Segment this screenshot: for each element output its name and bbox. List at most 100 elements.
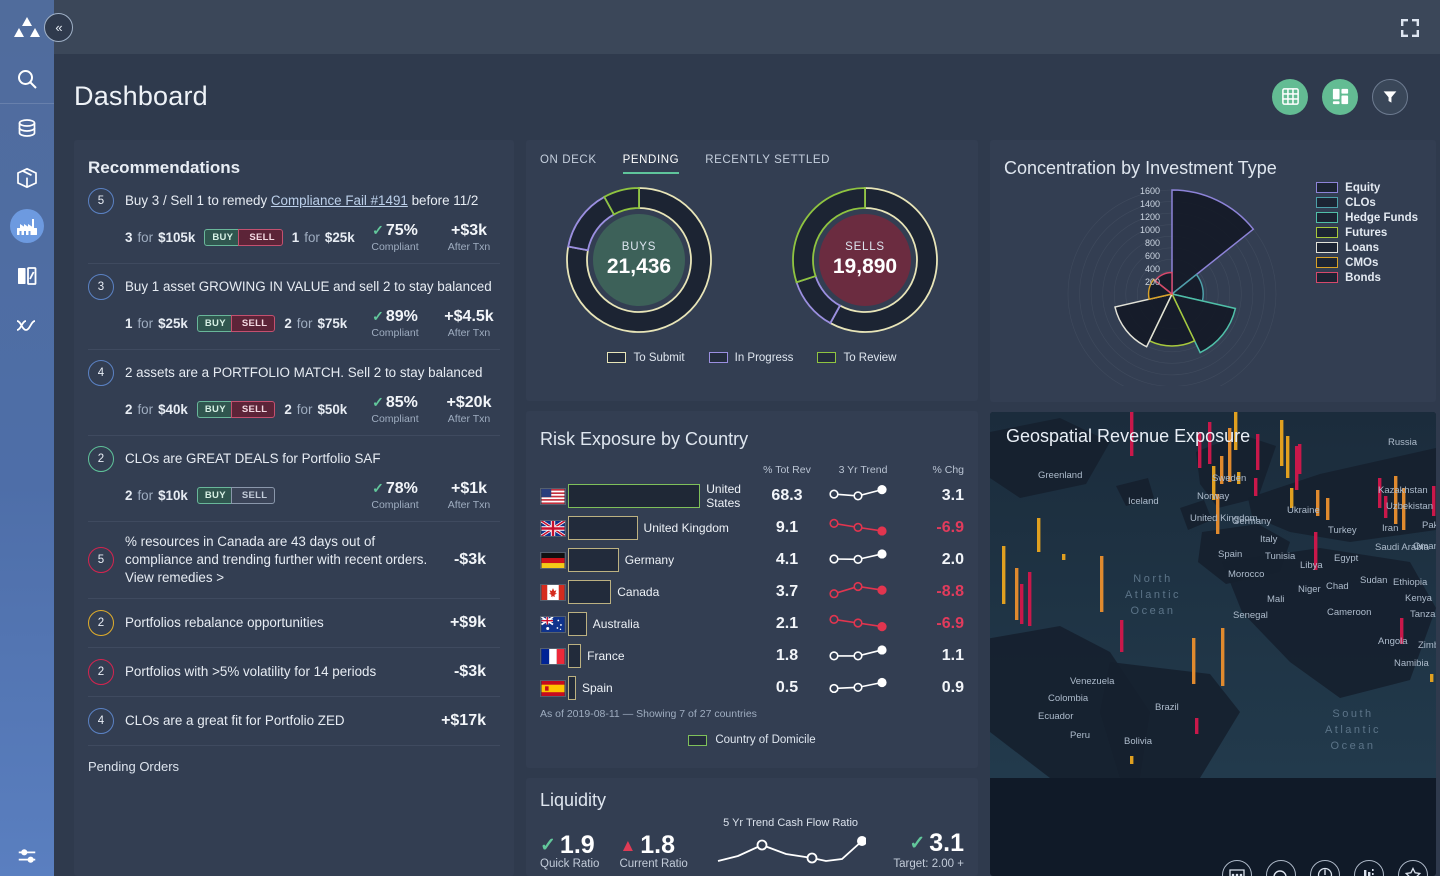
legend-item[interactable]: Loans [1316,242,1418,254]
risk-table-row[interactable]: United Kingdom 9.1 -6.9 [526,512,978,544]
buy-sell-toggle[interactable]: BUY SELL [196,486,276,504]
sidebar-item-data[interactable] [0,104,54,153]
buy-sell-toggle[interactable]: BUY SELL [196,400,276,418]
revenue-bar[interactable] [1037,517,1041,552]
revenue-bar[interactable] [1254,477,1258,496]
revenue-bar[interactable] [1432,485,1436,516]
revenue-bar[interactable] [1280,419,1284,466]
legend-item[interactable]: In Progress [708,352,793,364]
grid-view-button[interactable] [1272,78,1308,115]
recommendation-item[interactable]: 4 2 assets are a PORTFOLIO MATCH. Sell 2 … [88,350,500,436]
revenue-bar[interactable] [1028,571,1032,626]
revenue-bar[interactable] [1120,619,1124,652]
sidebar-item-assets[interactable] [0,153,54,202]
revenue-bar[interactable] [1402,487,1406,530]
legend-item[interactable]: CLOs [1316,197,1418,209]
liquidity-panel: Liquidity ✓ 1.9 Quick Ratio ▲ 1.8 Curren… [526,778,978,876]
sell-pill[interactable]: SELL [238,228,283,246]
risk-table-row[interactable]: Germany 4.1 2.0 [526,544,978,576]
sell-pill[interactable]: SELL [230,314,276,332]
revenue-bar[interactable] [1295,445,1299,490]
concentration-panel: Concentration by Investment Type 1600 140… [990,139,1436,402]
risk-table-row[interactable]: France 1.8 1.1 [526,640,978,672]
revenue-bar[interactable] [1130,755,1134,764]
sidebar-item-settings[interactable] [0,836,54,876]
revenue-bar[interactable] [1192,637,1196,684]
revenue-bar[interactable] [1256,433,1260,470]
risk-table-row[interactable]: United States 68.3 3.1 [526,480,978,512]
revenue-bar[interactable] [1326,497,1330,520]
power-button[interactable] [1310,860,1340,876]
cloud-button[interactable] [1266,860,1296,876]
sidebar-item-reports[interactable] [0,251,54,300]
revenue-bar[interactable] [1212,465,1216,500]
revenue-bar[interactable] [1015,567,1019,620]
donut-sells[interactable]: SELLS 19,890 [785,180,945,340]
revenue-bar[interactable] [1400,617,1404,644]
tab-on-deck[interactable]: ON DECK [540,154,597,174]
chat-button[interactable] [1222,860,1252,876]
sidebar-item-portfolios[interactable] [0,202,54,251]
recommendation-item[interactable]: 5 % resources in Canada are 43 days out o… [88,522,500,599]
polar-wedge[interactable] [1171,188,1255,296]
legend-item[interactable]: To Review [817,352,897,364]
revenue-bar[interactable] [1221,627,1225,686]
recommendation-item[interactable]: 2 Portfolios with >5% volatility for 14 p… [88,648,500,697]
bars-button[interactable] [1354,860,1384,876]
revenue-bar[interactable] [1002,545,1006,604]
legend-item[interactable]: CMOs [1316,257,1418,269]
legend-item[interactable]: Hedge Funds [1316,212,1418,224]
revenue-bar[interactable] [1290,487,1294,508]
risk-table-row[interactable]: Canada 3.7 -8.8 [526,576,978,608]
fullscreen-icon[interactable] [1400,18,1420,43]
recommendation-link[interactable]: Compliance Fail #1491 [271,193,408,208]
revenue-bar[interactable] [1220,455,1224,484]
polar-tick-label: 200 [1145,277,1160,287]
recommendation-item[interactable]: 2 CLOs are GREAT DEALS for Portfolio SAF 2… [88,436,500,522]
sidebar-collapse-button[interactable]: « [44,13,73,42]
legend-item[interactable]: To Submit [607,352,685,364]
sidebar-item-analytics[interactable] [0,300,54,349]
donut-buys[interactable]: BUYS 21,436 [559,180,719,340]
geospatial-map[interactable] [990,411,1436,778]
revenue-bar[interactable] [1100,555,1104,612]
chat-icon [1229,869,1245,876]
legend-item[interactable]: Futures [1316,227,1418,239]
recommendation-item[interactable]: 5 Buy 3 / Sell 1 to remedy Compliance Fai… [88,178,500,264]
revenue-bar[interactable] [1020,583,1024,624]
orders-panel: ON DECK PENDING RECENTLY SETTLED BUYS 21,43… [526,139,978,402]
country-flag [526,647,568,665]
star-button[interactable] [1398,860,1428,876]
revenue-bar[interactable] [1298,443,1302,474]
buy-sell-toggle[interactable]: BUY SELL [204,228,283,246]
recommendation-item[interactable]: 4 CLOs are a great fit for Portfolio ZED +… [88,697,500,746]
pct-change: -8.8 [936,583,964,601]
revenue-bar[interactable] [1216,493,1220,534]
revenue-bar[interactable] [1314,531,1318,570]
country-flag [526,487,568,505]
risk-table-row[interactable]: Spain 0.5 0.9 [526,672,978,704]
risk-table-row[interactable]: Australia 2.1 -6.9 [526,608,978,640]
revenue-bar[interactable] [1378,477,1382,508]
recommendation-item[interactable]: 3 Buy 1 asset GROWING IN VALUE and sell 2… [88,264,500,350]
tile-view-button[interactable] [1322,78,1358,115]
revenue-bar[interactable] [1062,553,1066,560]
revenue-bar[interactable] [1286,435,1290,478]
sell-pill[interactable]: SELL [230,486,276,504]
legend-item[interactable]: Equity [1316,182,1418,194]
tab-pending[interactable]: PENDING [622,154,680,174]
filter-button[interactable] [1372,78,1408,115]
buy-sell-toggle[interactable]: BUY SELL [196,314,276,332]
revenue-bar[interactable] [1394,475,1398,524]
recommendation-item[interactable]: 2 Portfolios rebalance opportunities +$9k [88,599,500,648]
sell-pill[interactable]: SELL [230,400,276,418]
revenue-bar[interactable] [1384,495,1388,518]
country-name: Canada [617,585,660,600]
tab-recently-settled[interactable]: RECENTLY SETTLED [705,154,830,174]
sidebar-item-search[interactable] [0,54,54,103]
revenue-bar[interactable] [1430,673,1434,682]
revenue-bar[interactable] [1195,717,1199,734]
revenue-bar[interactable] [1316,489,1320,516]
legend-item[interactable]: Bonds [1316,272,1418,284]
revenue-bar[interactable] [1237,471,1241,484]
